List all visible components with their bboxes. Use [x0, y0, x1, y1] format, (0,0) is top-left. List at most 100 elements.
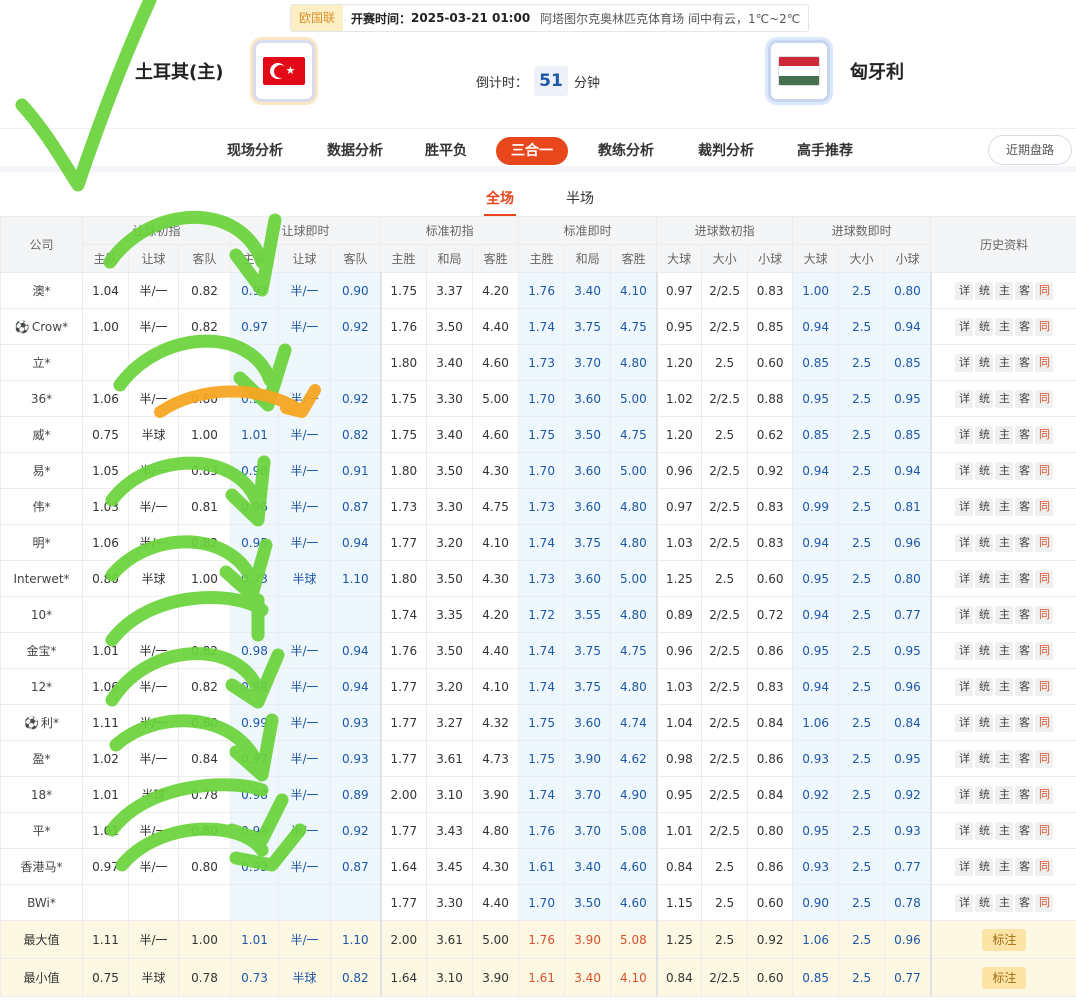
detail-button[interactable]: 详 — [955, 353, 974, 372]
nav-item-win-draw-lose[interactable]: 胜平负 — [425, 137, 467, 165]
nav-item-live-analysis[interactable]: 现场分析 — [227, 137, 283, 165]
same-button[interactable]: 同 — [1035, 281, 1054, 300]
nav-item-coach-analysis[interactable]: 教练分析 — [598, 137, 654, 165]
away-button[interactable]: 客 — [1015, 893, 1034, 912]
stats-button[interactable]: 统 — [975, 497, 994, 516]
table-row[interactable]: 香港马* 0.97 半/一 0.80 0.93 半/一 0.87 1.64 3.45 4.30 1.… — [0, 848, 1076, 885]
same-button[interactable]: 同 — [1035, 821, 1054, 840]
table-row[interactable]: ⚽ Crow* 1.00 半/一 0.82 0.97 半/一 0.92 1.76 3.50 4.40… — [0, 308, 1076, 345]
detail-button[interactable]: 详 — [955, 605, 974, 624]
nav-item-three-in-one[interactable]: 三合一 — [496, 137, 568, 165]
company-cell[interactable]: 立* — [0, 344, 83, 381]
company-cell[interactable]: 36* — [0, 380, 83, 417]
same-button[interactable]: 同 — [1035, 857, 1054, 876]
table-row[interactable]: 澳* 1.04 半/一 0.82 0.97 半/一 0.90 1.75 3.37 4.20 1.76… — [0, 272, 1076, 309]
company-cell[interactable]: ⚽ Crow* — [0, 308, 83, 345]
detail-button[interactable]: 详 — [955, 461, 974, 480]
company-cell[interactable]: 金宝* — [0, 632, 83, 669]
tab-half-time[interactable]: 半场 — [566, 188, 594, 208]
same-button[interactable]: 同 — [1035, 389, 1054, 408]
same-button[interactable]: 同 — [1035, 425, 1054, 444]
nav-item-referee-analysis[interactable]: 裁判分析 — [698, 137, 754, 165]
stats-button[interactable]: 统 — [975, 641, 994, 660]
company-cell[interactable]: 威* — [0, 416, 83, 453]
detail-button[interactable]: 详 — [955, 533, 974, 552]
league-badge[interactable]: 欧国联 — [291, 5, 344, 31]
table-row[interactable]: 36* 1.06 半/一 0.80 0.99 半/一 0.92 1.75 3.30 5.00 1.7… — [0, 380, 1076, 417]
stats-button[interactable]: 统 — [975, 893, 994, 912]
detail-button[interactable]: 详 — [955, 569, 974, 588]
home-button[interactable]: 主 — [995, 785, 1014, 804]
table-row[interactable]: 10* 1.74 3.35 4.20 1.72 3.55 4.80 0.89 2/2.5 0.72… — [0, 596, 1076, 633]
home-button[interactable]: 主 — [995, 533, 1014, 552]
away-button[interactable]: 客 — [1015, 425, 1034, 444]
stats-button[interactable]: 统 — [975, 533, 994, 552]
stats-button[interactable]: 统 — [975, 605, 994, 624]
away-button[interactable]: 客 — [1015, 353, 1034, 372]
table-row[interactable]: 金宝* 1.01 半/一 0.82 0.98 半/一 0.94 1.76 3.50 4.40 1.7… — [0, 632, 1076, 669]
away-button[interactable]: 客 — [1015, 857, 1034, 876]
company-cell[interactable]: 平* — [0, 812, 83, 849]
home-button[interactable]: 主 — [995, 857, 1014, 876]
same-button[interactable]: 同 — [1035, 533, 1054, 552]
away-button[interactable]: 客 — [1015, 641, 1034, 660]
company-cell[interactable]: ⚽ 利* — [0, 704, 83, 741]
stats-button[interactable]: 统 — [975, 749, 994, 768]
stats-button[interactable]: 统 — [975, 461, 994, 480]
same-button[interactable]: 同 — [1035, 497, 1054, 516]
stats-button[interactable]: 统 — [975, 353, 994, 372]
company-cell[interactable]: 18* — [0, 776, 83, 813]
home-team[interactable]: 土耳其(主) ★ — [135, 40, 316, 102]
same-button[interactable]: 同 — [1035, 749, 1054, 768]
same-button[interactable]: 同 — [1035, 785, 1054, 804]
table-row[interactable]: 易* 1.05 半/一 0.83 0.98 半/一 0.91 1.80 3.50 4.30 1.70… — [0, 452, 1076, 489]
same-button[interactable]: 同 — [1035, 677, 1054, 696]
home-button[interactable]: 主 — [995, 389, 1014, 408]
away-button[interactable]: 客 — [1015, 749, 1034, 768]
home-button[interactable]: 主 — [995, 677, 1014, 696]
table-row[interactable]: ⚽ 利* 1.11 半/一 0.80 0.99 半/一 0.93 1.77 3.27 4.32 1.7… — [0, 704, 1076, 741]
company-cell[interactable]: 明* — [0, 524, 83, 561]
same-button[interactable]: 同 — [1035, 353, 1054, 372]
table-row[interactable]: 伟* 1.03 半/一 0.81 0.96 半/一 0.87 1.73 3.30 4.75 1.73… — [0, 488, 1076, 525]
nav-item-data-analysis[interactable]: 数据分析 — [327, 137, 383, 165]
same-button[interactable]: 同 — [1035, 461, 1054, 480]
away-button[interactable]: 客 — [1015, 713, 1034, 732]
away-team-name[interactable]: 匈牙利 — [850, 58, 904, 84]
home-team-name[interactable]: 土耳其(主) — [135, 58, 223, 84]
stats-button[interactable]: 统 — [975, 425, 994, 444]
detail-button[interactable]: 详 — [955, 425, 974, 444]
detail-button[interactable]: 详 — [955, 785, 974, 804]
away-button[interactable]: 客 — [1015, 281, 1034, 300]
away-button[interactable]: 客 — [1015, 569, 1034, 588]
tab-full-time[interactable]: 全场 — [484, 188, 516, 216]
stats-button[interactable]: 统 — [975, 713, 994, 732]
detail-button[interactable]: 详 — [955, 641, 974, 660]
detail-button[interactable]: 详 — [955, 893, 974, 912]
same-button[interactable]: 同 — [1035, 317, 1054, 336]
nav-item-expert-picks[interactable]: 高手推荐 — [797, 137, 853, 165]
home-button[interactable]: 主 — [995, 317, 1014, 336]
home-button[interactable]: 主 — [995, 893, 1014, 912]
detail-button[interactable]: 详 — [955, 389, 974, 408]
stats-button[interactable]: 统 — [975, 569, 994, 588]
recent-handicap-button[interactable]: 近期盘路 — [988, 135, 1072, 165]
table-row[interactable]: 立* 1.80 3.40 4.60 1.73 3.70 4.80 1.20 2.5 0.60 0.8… — [0, 344, 1076, 381]
mark-button[interactable]: 标注 — [982, 928, 1027, 951]
detail-button[interactable]: 详 — [955, 497, 974, 516]
detail-button[interactable]: 详 — [955, 857, 974, 876]
detail-button[interactable]: 详 — [955, 713, 974, 732]
same-button[interactable]: 同 — [1035, 569, 1054, 588]
same-button[interactable]: 同 — [1035, 893, 1054, 912]
away-button[interactable]: 客 — [1015, 785, 1034, 804]
home-button[interactable]: 主 — [995, 605, 1014, 624]
home-button[interactable]: 主 — [995, 353, 1014, 372]
table-row[interactable]: Interwet* 0.80 半球 1.00 0.73 半球 1.10 1.80 3.50 4.3… — [0, 560, 1076, 597]
home-button[interactable]: 主 — [995, 425, 1014, 444]
away-team-flag[interactable] — [768, 40, 830, 102]
home-button[interactable]: 主 — [995, 749, 1014, 768]
table-row[interactable]: 盈* 1.02 半/一 0.84 0.97 半/一 0.93 1.77 3.61 4.73 1.75… — [0, 740, 1076, 777]
table-row[interactable]: 平* 1.01 半/一 0.80 0.99 半/一 0.92 1.77 3.43 4.80 1.76… — [0, 812, 1076, 849]
home-team-flag[interactable]: ★ — [253, 40, 316, 102]
company-cell[interactable]: Interwet* — [0, 560, 83, 597]
